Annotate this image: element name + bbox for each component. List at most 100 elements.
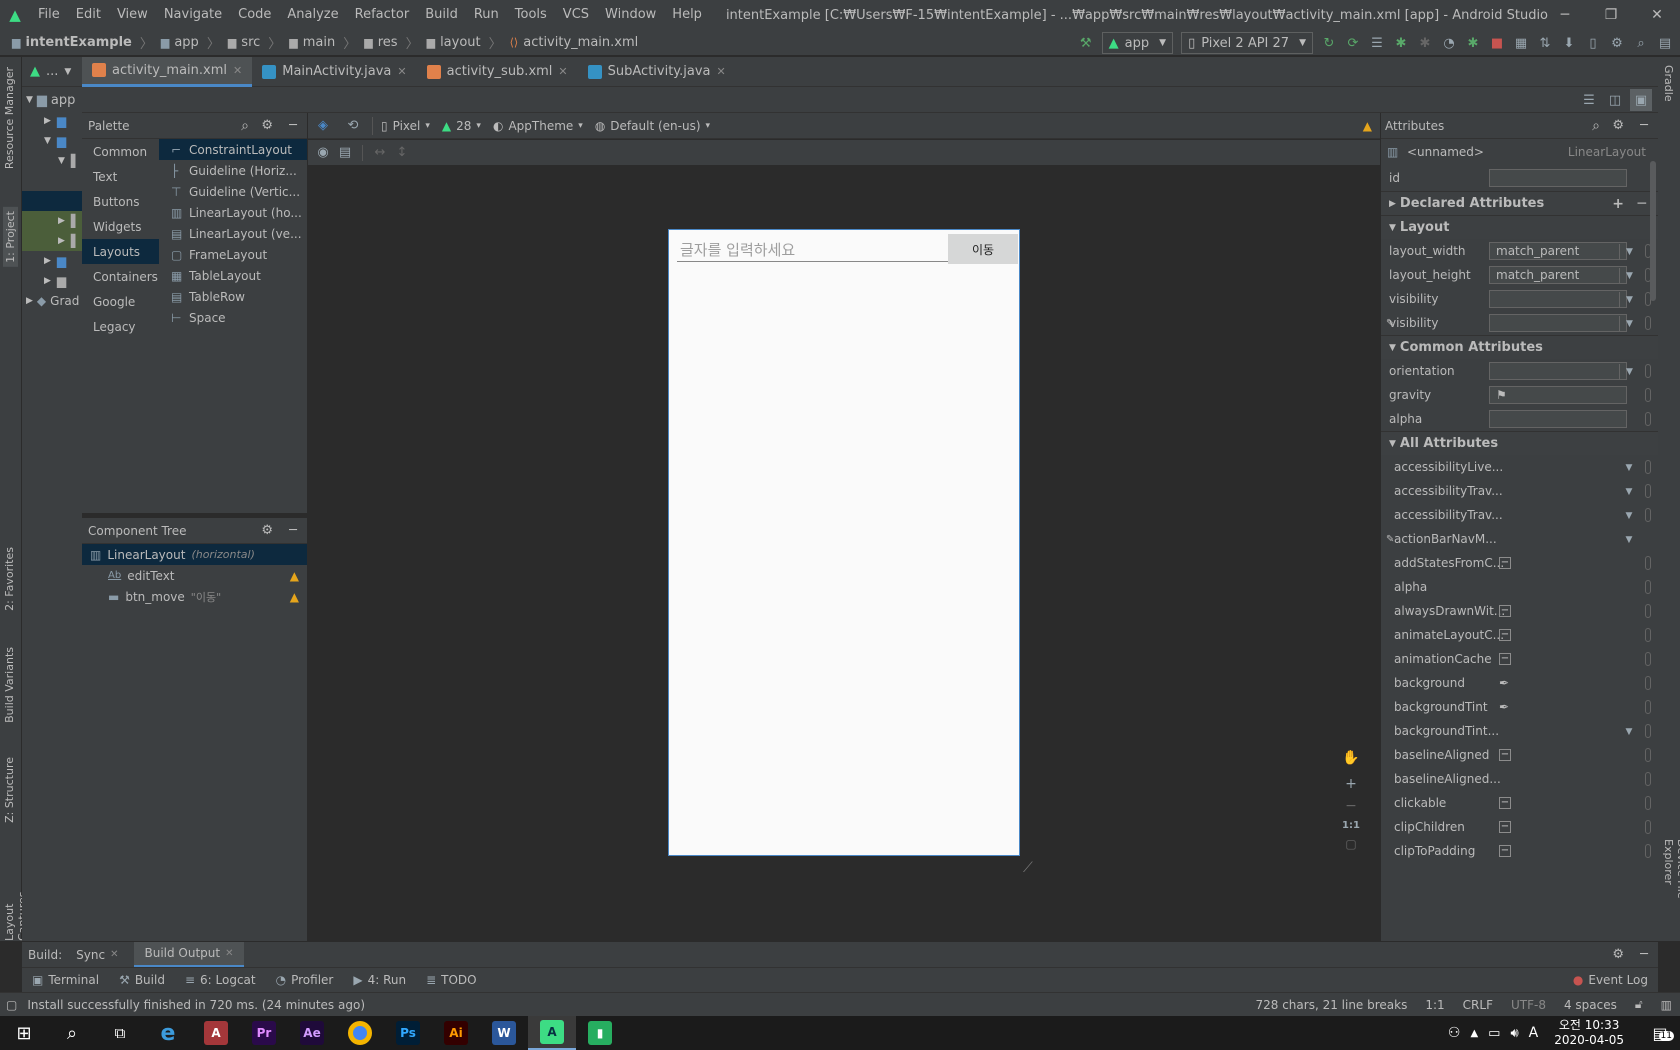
device-selector[interactable]: ▯ Pixel ▾ (381, 119, 430, 133)
tree-row-btn-move[interactable]: ▬ btn_move "이동" ▲ (82, 586, 307, 607)
vcs-icon[interactable]: ▤ (1654, 32, 1676, 54)
side-tab-project[interactable]: 1: Project (3, 207, 18, 267)
minimize-panel-icon[interactable]: ─ (289, 118, 297, 133)
minimize-panel-icon[interactable]: ─ (289, 523, 297, 538)
palette-category-common[interactable]: Common (82, 139, 159, 164)
breadcrumb-item[interactable]: ▆ main 〉 (285, 33, 360, 52)
close-window-button[interactable]: ✕ (1634, 0, 1680, 30)
run-config-dropdown[interactable]: ▲ app ▼ (1101, 32, 1174, 54)
all-attributes-header[interactable]: All Attributes (1400, 436, 1498, 451)
orientation-icon[interactable]: ⟲ (342, 115, 364, 137)
warning-icon[interactable]: ▲ (1363, 119, 1372, 133)
checkbox[interactable]: − (1499, 605, 1511, 617)
clock[interactable]: 오전 10:33 2020-04-05 (1548, 1018, 1630, 1048)
line-separator[interactable]: CRLF (1463, 998, 1493, 1012)
pin-icon[interactable] (1645, 796, 1651, 810)
project-tree-row[interactable]: ▼ ▆ (22, 131, 82, 151)
checkbox[interactable]: − (1499, 629, 1511, 641)
device-dropdown[interactable]: ▯ Pixel 2 API 27 ▼ (1181, 32, 1313, 54)
checkbox[interactable]: − (1499, 845, 1511, 857)
palette-item[interactable]: ⊤ Guideline (Vertic... (159, 181, 307, 202)
menu-build[interactable]: Build (417, 0, 466, 30)
warning-icon[interactable]: ▲ (290, 569, 299, 583)
add-attribute-icon[interactable]: + (1612, 196, 1624, 212)
memory-indicator-icon[interactable]: ▥ (1661, 998, 1672, 1012)
chevron-down-icon[interactable]: ▼ (1619, 484, 1639, 500)
expand-horizontal-icon[interactable]: ↔ (369, 142, 391, 164)
pin-icon[interactable] (1645, 580, 1651, 594)
attribute-value-field[interactable] (1489, 290, 1627, 308)
palette-item[interactable]: ⊢ Space (159, 307, 307, 328)
pin-icon[interactable] (1645, 652, 1651, 666)
chevron-down-icon[interactable]: ▼ (1619, 724, 1639, 740)
palette-category-layouts[interactable]: Layouts (82, 239, 159, 264)
taskbar-app-photoshop[interactable]: Ps (384, 1016, 432, 1050)
palette-category-widgets[interactable]: Widgets (82, 214, 159, 239)
split-view-icon[interactable]: ◫ (1604, 89, 1626, 111)
status-panel-icon[interactable]: ▢ (6, 998, 17, 1012)
pin-icon[interactable] (1645, 556, 1651, 570)
tool-window-profiler[interactable]: ◔ Profiler (266, 968, 344, 993)
side-tab-resource-manager[interactable]: Resource Manager (3, 67, 16, 169)
taskbar-app-other[interactable]: ▮ (576, 1016, 624, 1050)
apply-changes-icon[interactable]: ↻ (1318, 32, 1340, 54)
palette-item[interactable]: ├ Guideline (Horiz... (159, 160, 307, 181)
eyedropper-icon[interactable]: ✒ (1499, 676, 1509, 690)
eye-icon[interactable]: ◉ (312, 142, 334, 164)
tool-window-run[interactable]: ▶ 4: Run (343, 968, 416, 993)
pin-icon[interactable] (1645, 388, 1651, 402)
project-tree-row[interactable]: ▶ ▌ (22, 211, 82, 231)
ime-indicator[interactable]: A (1529, 1025, 1539, 1041)
project-tree-row[interactable]: ▶ ▆ (22, 271, 82, 291)
stop-icon[interactable]: ■ (1486, 32, 1508, 54)
minimize-panel-icon[interactable]: ─ (1640, 118, 1648, 133)
remove-attribute-icon[interactable]: ─ (1638, 196, 1646, 212)
sdk-manager-icon[interactable]: ⬇ (1558, 32, 1580, 54)
show-hidden-icons[interactable]: ▲ (1470, 1028, 1478, 1039)
pin-icon[interactable] (1645, 460, 1651, 474)
project-tree-row-gradle[interactable]: ▶ ◆ Grad (22, 291, 82, 311)
code-view-icon[interactable]: ☰ (1578, 89, 1600, 111)
taskbar-app-edge[interactable]: e (144, 1016, 192, 1050)
assistant-icon[interactable]: ⚙ (1606, 32, 1628, 54)
menu-code[interactable]: Code (230, 0, 279, 30)
layers-icon[interactable]: ◈ (312, 115, 334, 137)
checkbox[interactable]: − (1499, 653, 1511, 665)
taskbar-app-aftereffects[interactable]: Ae (288, 1016, 336, 1050)
gear-icon[interactable]: ⚙ (1612, 947, 1624, 962)
chevron-down-icon[interactable]: ▼ (1619, 508, 1639, 524)
menu-window[interactable]: Window (597, 0, 664, 30)
resize-handle-icon[interactable]: ⟋ (1023, 860, 1033, 876)
debug-icon[interactable]: ✱ (1390, 32, 1412, 54)
indent-setting[interactable]: 4 spaces (1564, 998, 1617, 1012)
checkbox[interactable]: − (1499, 749, 1511, 761)
apply-code-changes-icon[interactable]: ⟳ (1342, 32, 1364, 54)
project-tree-row[interactable]: ▶ ▆ (22, 251, 82, 271)
chevron-down-icon[interactable]: ▼ (1619, 268, 1639, 284)
taskbar-app-access[interactable]: A (192, 1016, 240, 1050)
margins-icon[interactable]: ▤ (334, 142, 356, 164)
task-view-icon[interactable]: ⧉ (96, 1016, 144, 1050)
attribute-value-field[interactable] (1489, 362, 1627, 380)
menu-analyze[interactable]: Analyze (279, 0, 346, 30)
attribute-value-field[interactable]: match_parent (1489, 266, 1627, 284)
pin-icon[interactable] (1645, 700, 1651, 714)
project-tree-row[interactable]: ▶ ▌ (22, 231, 82, 251)
breadcrumb-item[interactable]: ▆ src 〉 (224, 33, 285, 52)
checkbox[interactable]: − (1499, 821, 1511, 833)
volume-icon[interactable]: 🔊︎ (1510, 1026, 1518, 1041)
declared-attributes-header[interactable]: Declared Attributes (1400, 196, 1544, 211)
palette-category-legacy[interactable]: Legacy (82, 314, 159, 339)
checkbox[interactable]: − (1499, 797, 1511, 809)
caret-position[interactable]: 1:1 (1425, 998, 1444, 1012)
sync-tab[interactable]: Sync ✕ (76, 948, 118, 962)
breadcrumb-item[interactable]: ▆ layout 〉 (423, 33, 506, 52)
project-tree-row[interactable]: ▼ ▌ (22, 151, 82, 171)
gear-icon[interactable]: ⚙ (1612, 118, 1624, 133)
breadcrumb-item[interactable]: ▆ intentExample 〉 (8, 33, 157, 52)
side-tab-favorites[interactable]: 2: Favorites (3, 547, 16, 611)
palette-category-containers[interactable]: Containers (82, 264, 159, 289)
build-output-tab[interactable]: Build Output ✕ (134, 941, 244, 968)
chevron-down-icon[interactable]: ▼ (1619, 532, 1639, 548)
taskbar-app-androidstudio[interactable]: A (528, 1016, 576, 1050)
